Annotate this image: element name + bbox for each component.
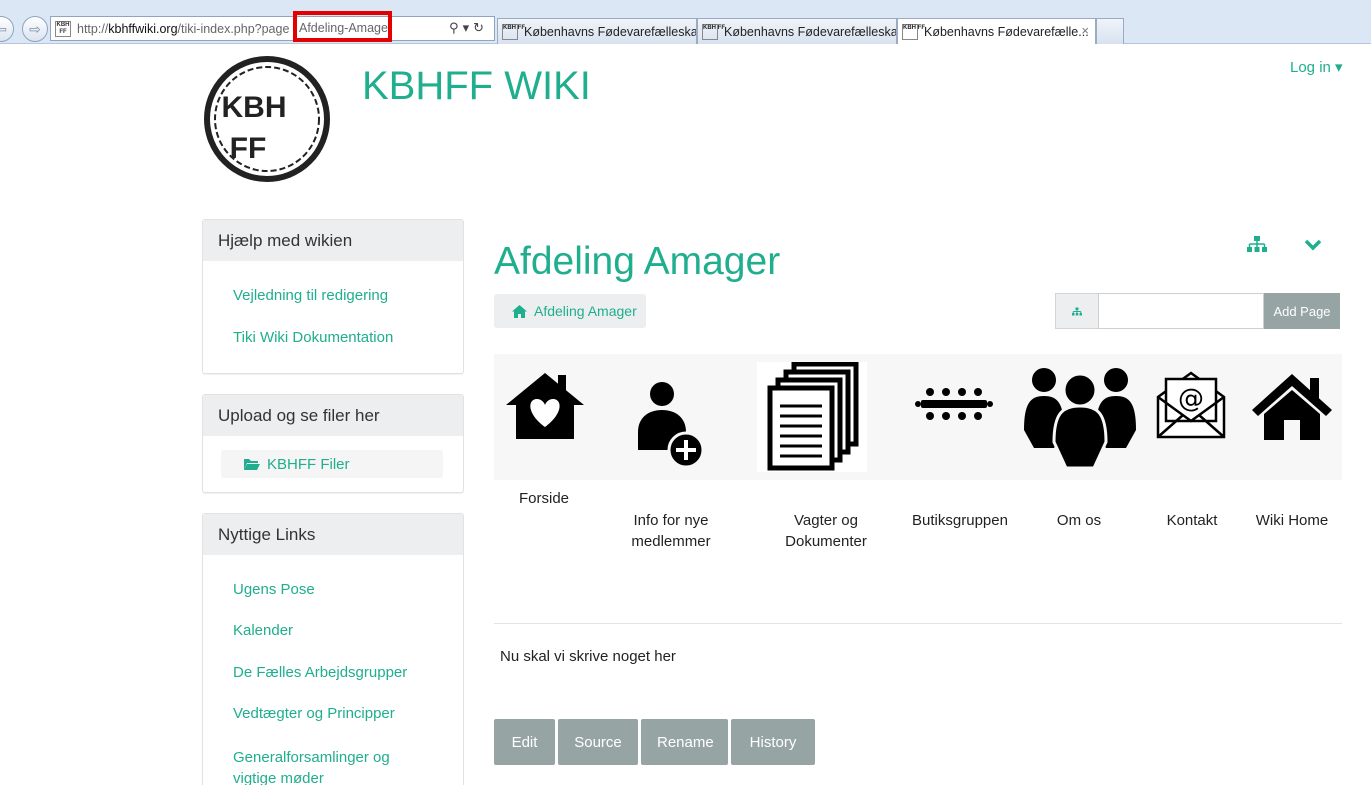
rename-button[interactable]: Rename — [641, 719, 728, 765]
add-page-input[interactable] — [1098, 293, 1264, 329]
new-tab-button[interactable] — [1096, 18, 1124, 44]
nav-label-butiksgruppen[interactable]: Butiksgruppen — [905, 510, 1015, 531]
logo-text-kbh: KBH — [222, 91, 287, 124]
dropdown-icon[interactable]: ▾ — [463, 20, 474, 35]
add-page-button[interactable]: Add Page — [1264, 293, 1340, 329]
link-arbejdsgrupper[interactable]: De Fælles Arbejdsgrupper — [233, 664, 407, 681]
email-icon[interactable]: @ — [1156, 369, 1226, 439]
structure-icon[interactable] — [1247, 236, 1267, 257]
add-page-structure-icon — [1055, 293, 1098, 329]
link-ugens-pose[interactable]: Ugens Pose — [233, 581, 315, 598]
site-favicon-icon: KBH FF — [55, 20, 71, 37]
tab-favicon-icon: KBH FF — [702, 23, 725, 40]
url-page-name: Afdeling-Amage — [299, 21, 388, 35]
breadcrumb[interactable]: Afdeling Amager — [494, 294, 646, 328]
link-generalforsamlinger[interactable]: Generalforsamlinger og vigtige møder — [233, 747, 433, 785]
link-vedtaegter[interactable]: Vedtægter og Principper — [233, 705, 395, 722]
add-user-icon[interactable] — [632, 380, 708, 468]
add-page-form: Add Page — [1055, 293, 1340, 329]
folder-open-icon — [244, 459, 260, 470]
nav-label-info[interactable]: Info for nye medlemmer — [620, 510, 722, 552]
site-logo[interactable]: KBH FF — [202, 54, 332, 184]
page-body-text: Nu skal vi skrive noget her — [500, 648, 676, 665]
login-dropdown[interactable]: Log in ▾ — [1290, 58, 1343, 76]
link-kalender[interactable]: Kalender — [233, 622, 293, 639]
source-button[interactable]: Source — [558, 719, 638, 765]
history-button[interactable]: History — [731, 719, 815, 765]
kbhff-files-label: KBHFF Filer — [267, 455, 350, 473]
nav-label-kontakt[interactable]: Kontakt — [1152, 510, 1232, 531]
forward-button[interactable]: ⇨ — [22, 16, 48, 42]
tab-title: Københavns Fødevarefælleska... — [524, 24, 697, 39]
svg-text:@: @ — [1178, 384, 1204, 414]
chevron-down-icon[interactable] — [1304, 238, 1322, 256]
group-icon[interactable] — [1024, 364, 1136, 470]
browser-tab-1[interactable]: KBH FF Københavns Fødevarefælleska... — [497, 18, 697, 44]
page-title: Afdeling Amager — [494, 240, 781, 283]
tab-title: Københavns Fødevarefælleska... — [724, 24, 897, 39]
useful-links-panel: Nyttige Links Ugens Pose Kalender De Fæl… — [202, 513, 464, 785]
nav-label-vagter[interactable]: Vagter og Dokumenter — [772, 510, 880, 552]
tab-favicon-icon: KBH FF — [502, 23, 525, 40]
search-icon[interactable]: ⚲ — [449, 20, 463, 35]
documents-icon[interactable] — [757, 362, 867, 472]
heart-house-icon[interactable] — [503, 370, 587, 442]
upload-panel: Upload og se filer her KBHFF Filer — [202, 394, 464, 493]
close-tab-icon[interactable]: × — [1081, 23, 1089, 38]
nav-label-wiki-home[interactable]: Wiki Home — [1246, 510, 1338, 531]
help-link-editing-guide[interactable]: Vejledning til redigering — [233, 287, 388, 304]
help-panel: Hjælp med wikien Vejledning til redigeri… — [202, 219, 464, 374]
refresh-icon[interactable]: ↻ — [473, 20, 488, 35]
nav-label-om-os[interactable]: Om os — [1040, 510, 1118, 531]
address-bar[interactable]: KBH FF http://kbhffwiki.org/tiki-index.p… — [50, 11, 495, 42]
home-icon[interactable] — [1250, 372, 1334, 442]
help-link-tiki-docs[interactable]: Tiki Wiki Dokumentation — [233, 329, 393, 346]
meeting-table-icon[interactable] — [915, 384, 993, 424]
nav-label-forside[interactable]: Forside — [494, 488, 594, 509]
back-arrow-icon: ⇦ — [0, 20, 7, 37]
page-actions: Edit Source Rename History — [494, 719, 815, 765]
url-path: /tiki-index.php?page — [177, 21, 290, 36]
forward-arrow-icon: ⇨ — [29, 20, 41, 37]
breadcrumb-label: Afdeling Amager — [534, 303, 637, 319]
edit-button[interactable]: Edit — [494, 719, 555, 765]
useful-links-title: Nyttige Links — [203, 514, 463, 555]
address-tools[interactable]: ⚲▾↻ — [449, 20, 488, 36]
logo-text-ff: FF — [230, 132, 267, 165]
tab-favicon-icon: KBH FF — [902, 23, 925, 40]
tab-title: Københavns Fødevarefælle... — [924, 24, 1089, 39]
browser-toolbar: ⇦ ⇨ KBH FF http://kbhffwiki.org/tiki-ind… — [0, 0, 1371, 44]
home-small-icon — [512, 304, 527, 318]
url-prefix: http:// — [77, 21, 109, 36]
browser-tab-2[interactable]: KBH FF Københavns Fødevarefælleska... — [697, 18, 897, 44]
help-panel-title: Hjælp med wikien — [203, 220, 463, 261]
back-button[interactable]: ⇦ — [0, 16, 14, 42]
url-host: kbhffwiki.org — [108, 21, 178, 36]
kbhff-files-link[interactable]: KBHFF Filer — [221, 450, 443, 478]
content-divider — [494, 623, 1342, 624]
upload-panel-title: Upload og se filer her — [203, 395, 463, 436]
browser-tab-active[interactable]: KBH FF Københavns Fødevarefælle... × — [897, 18, 1096, 44]
site-title[interactable]: KBHFF WIKI — [362, 64, 591, 109]
